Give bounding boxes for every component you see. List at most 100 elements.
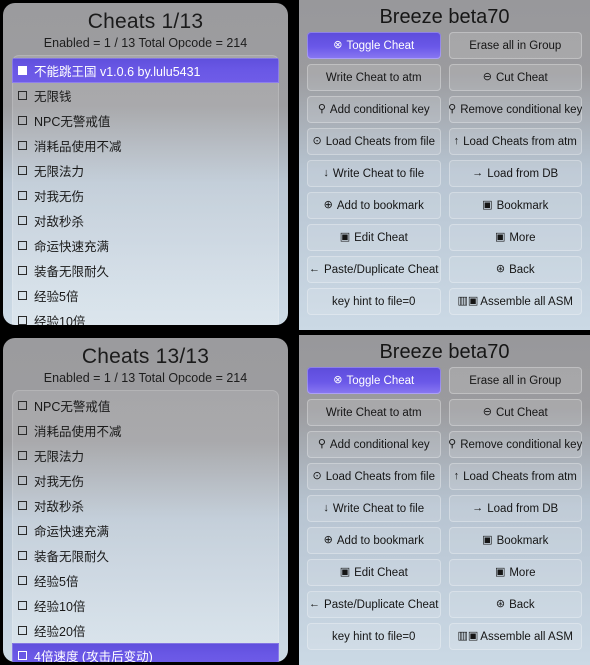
checkbox-icon[interactable]	[18, 601, 27, 610]
cheat-list-item[interactable]: 对我无伤	[12, 183, 279, 208]
action-button-toggle-cheat[interactable]: ⊗ Toggle Cheat	[307, 32, 441, 59]
checkbox-icon[interactable]	[18, 401, 27, 410]
checkbox-icon[interactable]	[18, 426, 27, 435]
cheat-item-label: 经验5倍	[34, 290, 79, 304]
cheat-list-top[interactable]: 不能跳王国 v1.0.6 by.lulu5431 无限钱 NPC无警戒值 消耗品使用不…	[12, 55, 279, 325]
action-button-write-cheat-to-file[interactable]: ↓ Write Cheat to file	[307, 495, 441, 522]
cheat-list-item[interactable]: 对敌秒杀	[12, 208, 279, 233]
checkbox-icon[interactable]	[18, 141, 27, 150]
checkbox-icon[interactable]	[18, 576, 27, 585]
action-button-load-cheats-from-file[interactable]: ⊙ Load Cheats from file	[307, 463, 441, 490]
cheat-list-item[interactable]: 无限钱	[12, 83, 279, 108]
toggle-icon: ⊗	[333, 374, 343, 386]
checkbox-icon[interactable]	[18, 551, 27, 560]
action-button-label: Erase all in Group	[469, 39, 562, 52]
action-button-load-cheats-from-atm[interactable]: ↑ Load Cheats from atm	[448, 463, 582, 490]
cheat-list-item[interactable]: 经验5倍	[12, 568, 279, 593]
action-button-back[interactable]: ⊛ Back	[448, 591, 582, 618]
checkbox-icon[interactable]	[18, 626, 27, 635]
action-button-assemble-all-asm[interactable]: ▥▣ Assemble all ASM	[448, 288, 582, 315]
checkbox-icon[interactable]	[18, 291, 27, 300]
action-button-add-conditional-key[interactable]: ⚲ Add conditional key	[307, 96, 441, 123]
cheat-list-item[interactable]: 无限法力	[12, 158, 279, 183]
action-button-add-conditional-key[interactable]: ⚲ Add conditional key	[307, 431, 441, 458]
app-title-bottom-right: Breeze beta70	[379, 341, 510, 363]
cheat-list-item[interactable]: 无限法力	[12, 443, 279, 468]
action-button-edit-cheat[interactable]: ▣ Edit Cheat	[307, 559, 441, 586]
checkbox-icon[interactable]	[18, 266, 27, 275]
cheat-list-item[interactable]: NPC无警戒值	[12, 108, 279, 133]
action-button-label: Add conditional key	[329, 103, 430, 116]
checkbox-icon[interactable]	[18, 216, 27, 225]
checkbox-icon[interactable]	[18, 316, 27, 325]
cheat-list-item[interactable]: 经验10倍	[12, 308, 279, 325]
checkbox-icon[interactable]	[18, 451, 27, 460]
action-button-load-cheats-from-atm[interactable]: ↑ Load Cheats from atm	[448, 128, 582, 155]
key-icon: ⚲	[317, 103, 326, 115]
cheat-item-label: 对我无伤	[34, 475, 85, 489]
cheat-list-item[interactable]: 经验10倍	[12, 593, 279, 618]
checkbox-icon[interactable]	[18, 476, 27, 485]
action-button-more[interactable]: ▣ More	[448, 559, 582, 586]
cheat-list-item[interactable]: 装备无限耐久	[12, 543, 279, 568]
action-button-edit-cheat[interactable]: ▣ Edit Cheat	[307, 224, 441, 251]
action-button-label: Remove conditional key	[460, 103, 582, 116]
action-button-back[interactable]: ⊛ Back	[448, 256, 582, 283]
cheat-list-item[interactable]: 对我无伤	[12, 468, 279, 493]
checkbox-icon[interactable]	[18, 501, 27, 510]
action-button-add-to-bookmark[interactable]: ⊕ Add to bookmark	[307, 527, 441, 554]
action-button-write-cheat-to-atm[interactable]: Write Cheat to atm	[307, 64, 441, 91]
checkbox-icon[interactable]	[18, 166, 27, 175]
cheat-list-item[interactable]: 装备无限耐久	[12, 258, 279, 283]
action-button-bookmark[interactable]: ▣ Bookmark	[448, 527, 582, 554]
cheat-list-item[interactable]: 消耗品使用不减	[12, 133, 279, 158]
action-button-remove-conditional-key[interactable]: ⚲ Remove conditional key	[448, 431, 582, 458]
action-button-load-from-db[interactable]: → Load from DB	[448, 495, 582, 522]
action-button-label: Write Cheat to file	[332, 502, 425, 515]
cheat-item-label: 经验10倍	[34, 600, 86, 614]
action-button-paste-duplicate-cheat[interactable]: ← Paste/Duplicate Cheat	[307, 591, 441, 618]
action-button-label: Load from DB	[487, 167, 559, 180]
arrow-right-icon: →	[472, 167, 484, 179]
action-button-paste-duplicate-cheat[interactable]: ← Paste/Duplicate Cheat	[307, 256, 441, 283]
action-button-label: Load Cheats from file	[325, 470, 436, 483]
action-button-erase-all-in-group[interactable]: Erase all in Group	[448, 367, 582, 394]
action-button-label: Paste/Duplicate Cheat	[324, 598, 439, 611]
cheat-list-item[interactable]: 不能跳王国 v1.0.6 by.lulu5431	[12, 58, 279, 83]
action-button-load-cheats-from-file[interactable]: ⊙ Load Cheats from file	[307, 128, 441, 155]
cheat-list-item[interactable]: 命运快速充满	[12, 518, 279, 543]
cheat-list-bottom[interactable]: NPC无警戒值 消耗品使用不减 无限法力 对我无伤 对敌秒杀 命运快速充满 装备无限耐久 经验…	[12, 390, 279, 662]
checkbox-icon[interactable]	[18, 66, 27, 75]
action-button-cut-cheat[interactable]: ⊖ Cut Cheat	[448, 399, 582, 426]
action-button-load-from-db[interactable]: → Load from DB	[448, 160, 582, 187]
cheat-list-item[interactable]: 4倍速度 (攻击后变动)	[12, 643, 279, 662]
action-button-write-cheat-to-atm[interactable]: Write Cheat to atm	[307, 399, 441, 426]
cheat-list-item[interactable]: NPC无警戒值	[12, 393, 279, 418]
cheat-list-item[interactable]: 经验5倍	[12, 283, 279, 308]
checkbox-icon[interactable]	[18, 241, 27, 250]
cheat-list-item[interactable]: 经验20倍	[12, 618, 279, 643]
cheat-list-item[interactable]: 消耗品使用不减	[12, 418, 279, 443]
action-button-label: Add to bookmark	[336, 534, 424, 547]
action-button-key-hint-to-file-0[interactable]: key hint to file=0	[307, 288, 441, 315]
checkbox-icon[interactable]	[18, 191, 27, 200]
action-button-label: Cut Cheat	[495, 406, 548, 419]
cheat-item-label: NPC无警戒值	[34, 400, 111, 414]
action-button-bookmark[interactable]: ▣ Bookmark	[448, 192, 582, 219]
cheat-list-item[interactable]: 命运快速充满	[12, 233, 279, 258]
cheat-list-item[interactable]: 对敌秒杀	[12, 493, 279, 518]
action-button-cut-cheat[interactable]: ⊖ Cut Cheat	[448, 64, 582, 91]
action-button-assemble-all-asm[interactable]: ▥▣ Assemble all ASM	[448, 623, 582, 650]
action-button-erase-all-in-group[interactable]: Erase all in Group	[448, 32, 582, 59]
action-button-grid-bottom: ⊗ Toggle Cheat Erase all in Group Write Che…	[305, 367, 584, 650]
action-button-write-cheat-to-file[interactable]: ↓ Write Cheat to file	[307, 160, 441, 187]
checkbox-icon[interactable]	[18, 526, 27, 535]
action-button-key-hint-to-file-0[interactable]: key hint to file=0	[307, 623, 441, 650]
action-button-toggle-cheat[interactable]: ⊗ Toggle Cheat	[307, 367, 441, 394]
action-button-add-to-bookmark[interactable]: ⊕ Add to bookmark	[307, 192, 441, 219]
action-button-more[interactable]: ▣ More	[448, 224, 582, 251]
checkbox-icon[interactable]	[18, 651, 27, 660]
checkbox-icon[interactable]	[18, 91, 27, 100]
action-button-remove-conditional-key[interactable]: ⚲ Remove conditional key	[448, 96, 582, 123]
checkbox-icon[interactable]	[18, 116, 27, 125]
